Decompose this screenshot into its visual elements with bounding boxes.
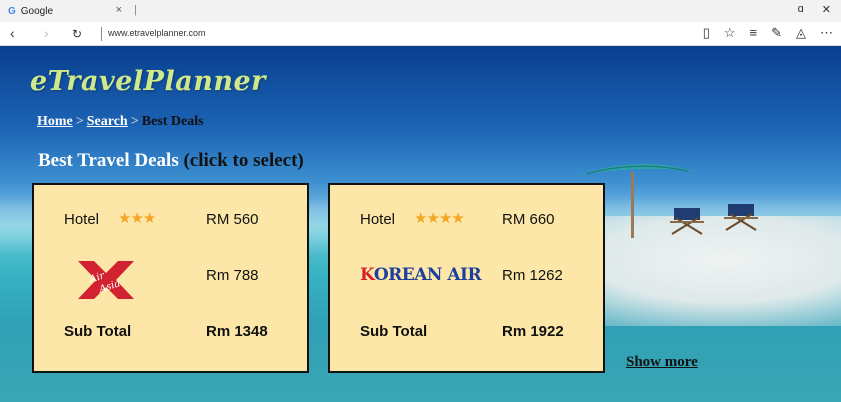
subtotal-label: Sub Total [360, 323, 428, 340]
address-bar[interactable]: www.etravelplanner.com [108, 28, 206, 38]
share-icon[interactable]: ◬ [796, 25, 806, 41]
hotel-label: Hotel [64, 211, 100, 228]
reading-view-icon[interactable]: ▯ [703, 25, 710, 41]
address-divider [101, 27, 102, 41]
hotel-label: Hotel [360, 211, 396, 228]
browser-tab[interactable]: G Google × [0, 0, 130, 22]
page-body: eTravelPlanner Home > Search > Best Deals Be… [0, 46, 841, 402]
deal-card-airasia[interactable]: Hotel ★★★ RM 560 Air Asia Rm 788 Sub Tot… [32, 183, 309, 373]
beach-chair-icon [670, 208, 704, 235]
more-menu-icon[interactable]: ⋯ [820, 25, 833, 41]
page-title-main: Best Travel Deals [38, 150, 179, 171]
subtotal-price: Rm 1348 [206, 323, 268, 340]
close-window-icon[interactable]: ✕ [822, 3, 831, 16]
breadcrumb-current: Best Deals [141, 114, 204, 129]
deal-subtotal-row: Sub Total Rm 1348 [34, 311, 307, 351]
google-favicon-icon: G [8, 5, 16, 17]
korean-air-logo-icon: KOREAN AIR [360, 265, 482, 285]
hotel-star-rating-icon: ★★★★ [414, 210, 465, 227]
deal-hotel-row: Hotel ★★★★ RM 660 [330, 199, 603, 239]
airasia-logo-icon: Air Asia [78, 261, 134, 299]
beach-umbrella-icon [578, 163, 696, 176]
umbrella-pole [631, 172, 634, 238]
breadcrumb: Home > Search > Best Deals [37, 114, 204, 130]
tab-close-icon[interactable]: × [116, 4, 122, 16]
deal-card-korean-air[interactable]: Hotel ★★★★ RM 660 KOREAN AIR Rm 1262 Sub… [328, 183, 605, 373]
tab-title: Google [20, 5, 54, 17]
back-icon[interactable]: ‹ [10, 25, 15, 41]
forward-icon[interactable]: › [44, 25, 49, 41]
deal-hotel-row: Hotel ★★★ RM 560 [34, 199, 307, 239]
new-tab-icon[interactable]: | [134, 4, 137, 16]
deal-flight-row: Air Asia Rm 788 [34, 255, 307, 299]
page-title: Best Travel Deals (click to select) [38, 150, 304, 172]
site-logo[interactable]: eTravelPlanner [30, 66, 266, 97]
subtotal-label: Sub Total [64, 323, 132, 340]
refresh-icon[interactable]: ↻ [72, 27, 82, 41]
hotel-star-rating-icon: ★★★ [118, 210, 156, 227]
hotel-price: RM 660 [502, 211, 555, 228]
beach-chair-icon [724, 204, 758, 231]
deal-subtotal-row: Sub Total Rm 1922 [330, 311, 603, 351]
subtotal-price: Rm 1922 [502, 323, 564, 340]
browser-tab-strip: G Google × | ɑ ✕ [0, 0, 841, 22]
breadcrumb-home-link[interactable]: Home [37, 114, 73, 129]
favorite-star-icon[interactable]: ☆ [724, 25, 736, 41]
breadcrumb-search-link[interactable]: Search [87, 114, 128, 129]
window-controls: ɑ ✕ [798, 3, 831, 16]
deal-flight-row: KOREAN AIR Rm 1262 [330, 255, 603, 295]
page-title-hint: (click to select) [183, 150, 304, 171]
breadcrumb-separator: > [130, 114, 139, 129]
flight-price: Rm 788 [206, 267, 259, 284]
flight-price: Rm 1262 [502, 267, 563, 284]
restore-window-icon[interactable]: ɑ [798, 3, 804, 16]
browser-nav-bar: ‹ › ↻ www.etravelplanner.com ▯ ☆ ≡ ✎ ◬ ⋯ [0, 22, 841, 46]
hotel-price: RM 560 [206, 211, 259, 228]
hub-menu-icon[interactable]: ≡ [750, 25, 758, 41]
web-note-icon[interactable]: ✎ [771, 25, 782, 41]
show-more-link[interactable]: Show more [626, 354, 698, 371]
browser-toolbar-right: ▯ ☆ ≡ ✎ ◬ ⋯ [703, 25, 833, 41]
breadcrumb-separator: > [75, 114, 84, 129]
